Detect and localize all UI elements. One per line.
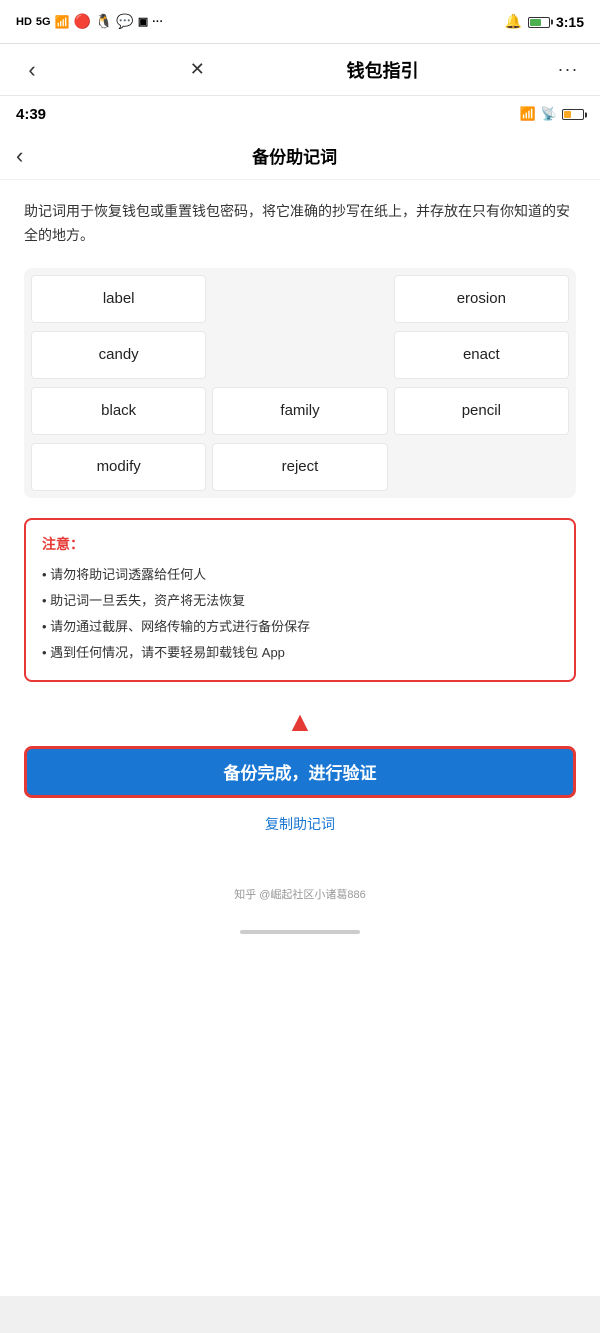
warning-item-2: • 助记词一旦丢失，资产将无法恢复 [42, 588, 558, 614]
mnemonic-row-3: black family pencil [28, 384, 572, 438]
weibo-icon: 🔴 [74, 13, 91, 30]
square-icon: ▣ [138, 15, 148, 28]
copy-link-label: 复制助记词 [265, 816, 335, 832]
outer-more-button[interactable]: ··· [552, 54, 584, 86]
action-button-label: 备份完成，进行验证 [224, 759, 377, 784]
outer-nav-title: 钱包指引 [347, 57, 419, 83]
outer-back-icon: ‹ [28, 57, 35, 83]
home-indicator [0, 922, 600, 946]
inner-signal-icon: 📶 [520, 106, 536, 122]
outer-nav-bar: ‹ ✕ 钱包指引 ··· [0, 44, 600, 96]
outer-close-icon: ✕ [190, 59, 205, 80]
inner-nav-title: 备份助记词 [35, 143, 554, 168]
inner-time: 4:39 [16, 106, 46, 123]
word-family: family [212, 387, 387, 435]
inner-screen: 4:39 📶 📡 ‹ 备份助记词 助记词用于恢复钱包或重置钱包密码，将它准确的抄… [0, 96, 600, 1296]
mnemonic-row-2: candy enact [28, 328, 572, 382]
word-empty-3 [394, 443, 569, 491]
warning-item-1: • 请勿将助记词透露给任何人 [42, 562, 558, 588]
more-icon: ··· [557, 59, 578, 80]
word-empty-1 [212, 275, 387, 323]
outer-time: 3:15 [556, 14, 584, 30]
bell-icon: 🔔 [505, 13, 522, 30]
chat-icon: 💬 [116, 13, 133, 30]
warning-title: 注意： [42, 534, 558, 554]
warning-item-4: • 遇到任何情况，请不要轻易卸载钱包 App [42, 640, 558, 666]
word-empty-2 [212, 331, 387, 379]
home-bar [240, 930, 360, 934]
qq-icon: 🐧 [95, 13, 112, 30]
copy-mnemonic-link[interactable]: 复制助记词 [24, 814, 576, 834]
mnemonic-row-1: label erosion [28, 272, 572, 326]
battery-status [528, 15, 550, 29]
word-erosion: erosion [394, 275, 569, 323]
outer-back-button[interactable]: ‹ [16, 54, 48, 86]
more-dots: ··· [152, 16, 163, 28]
outer-close-button[interactable]: ✕ [181, 54, 213, 86]
outer-status-left: HD 5G 📶 🔴 🐧 💬 ▣ ··· [16, 13, 163, 30]
outer-status-bar: HD 5G 📶 🔴 🐧 💬 ▣ ··· 🔔 3:15 [0, 0, 600, 44]
warning-box: 注意： • 请勿将助记词透露给任何人 • 助记词一旦丢失，资产将无法恢复 • 请… [24, 518, 576, 682]
inner-status-bar: 4:39 📶 📡 [0, 96, 600, 132]
attribution: 知乎 @崛起社区小诸葛886 [0, 874, 600, 922]
backup-complete-button[interactable]: 备份完成，进行验证 [24, 746, 576, 798]
signal-label: 5G [36, 16, 51, 28]
inner-battery-icon [562, 105, 584, 123]
mnemonic-row-4: modify reject [28, 440, 572, 494]
word-black: black [31, 387, 206, 435]
word-candy: candy [31, 331, 206, 379]
word-modify: modify [31, 443, 206, 491]
attribution-text: 知乎 @崛起社区小诸葛886 [234, 889, 366, 901]
outer-status-right: 🔔 3:15 [505, 13, 584, 30]
description-text: 助记词用于恢复钱包或重置钱包密码，将它准确的抄写在纸上，并存放在只有你知道的安全… [24, 200, 576, 248]
inner-wifi-icon: 📡 [541, 106, 557, 122]
word-label: label [31, 275, 206, 323]
mnemonic-grid: label erosion candy enact bl [24, 268, 576, 498]
inner-nav: ‹ 备份助记词 [0, 132, 600, 180]
word-enact: enact [394, 331, 569, 379]
signal-icon: 📶 [55, 15, 70, 29]
arrow-annotation: ▲ [24, 706, 576, 738]
hd-label: HD [16, 16, 32, 28]
word-reject: reject [212, 443, 387, 491]
word-pencil: pencil [394, 387, 569, 435]
inner-status-icons: 📶 📡 [520, 105, 584, 123]
main-content: 助记词用于恢复钱包或重置钱包密码，将它准确的抄写在纸上，并存放在只有你知道的安全… [0, 180, 600, 874]
inner-back-button[interactable]: ‹ [16, 143, 23, 169]
warning-item-3: • 请勿通过截屏、网络传输的方式进行备份保存 [42, 614, 558, 640]
red-arrow-icon: ▲ [286, 706, 314, 738]
